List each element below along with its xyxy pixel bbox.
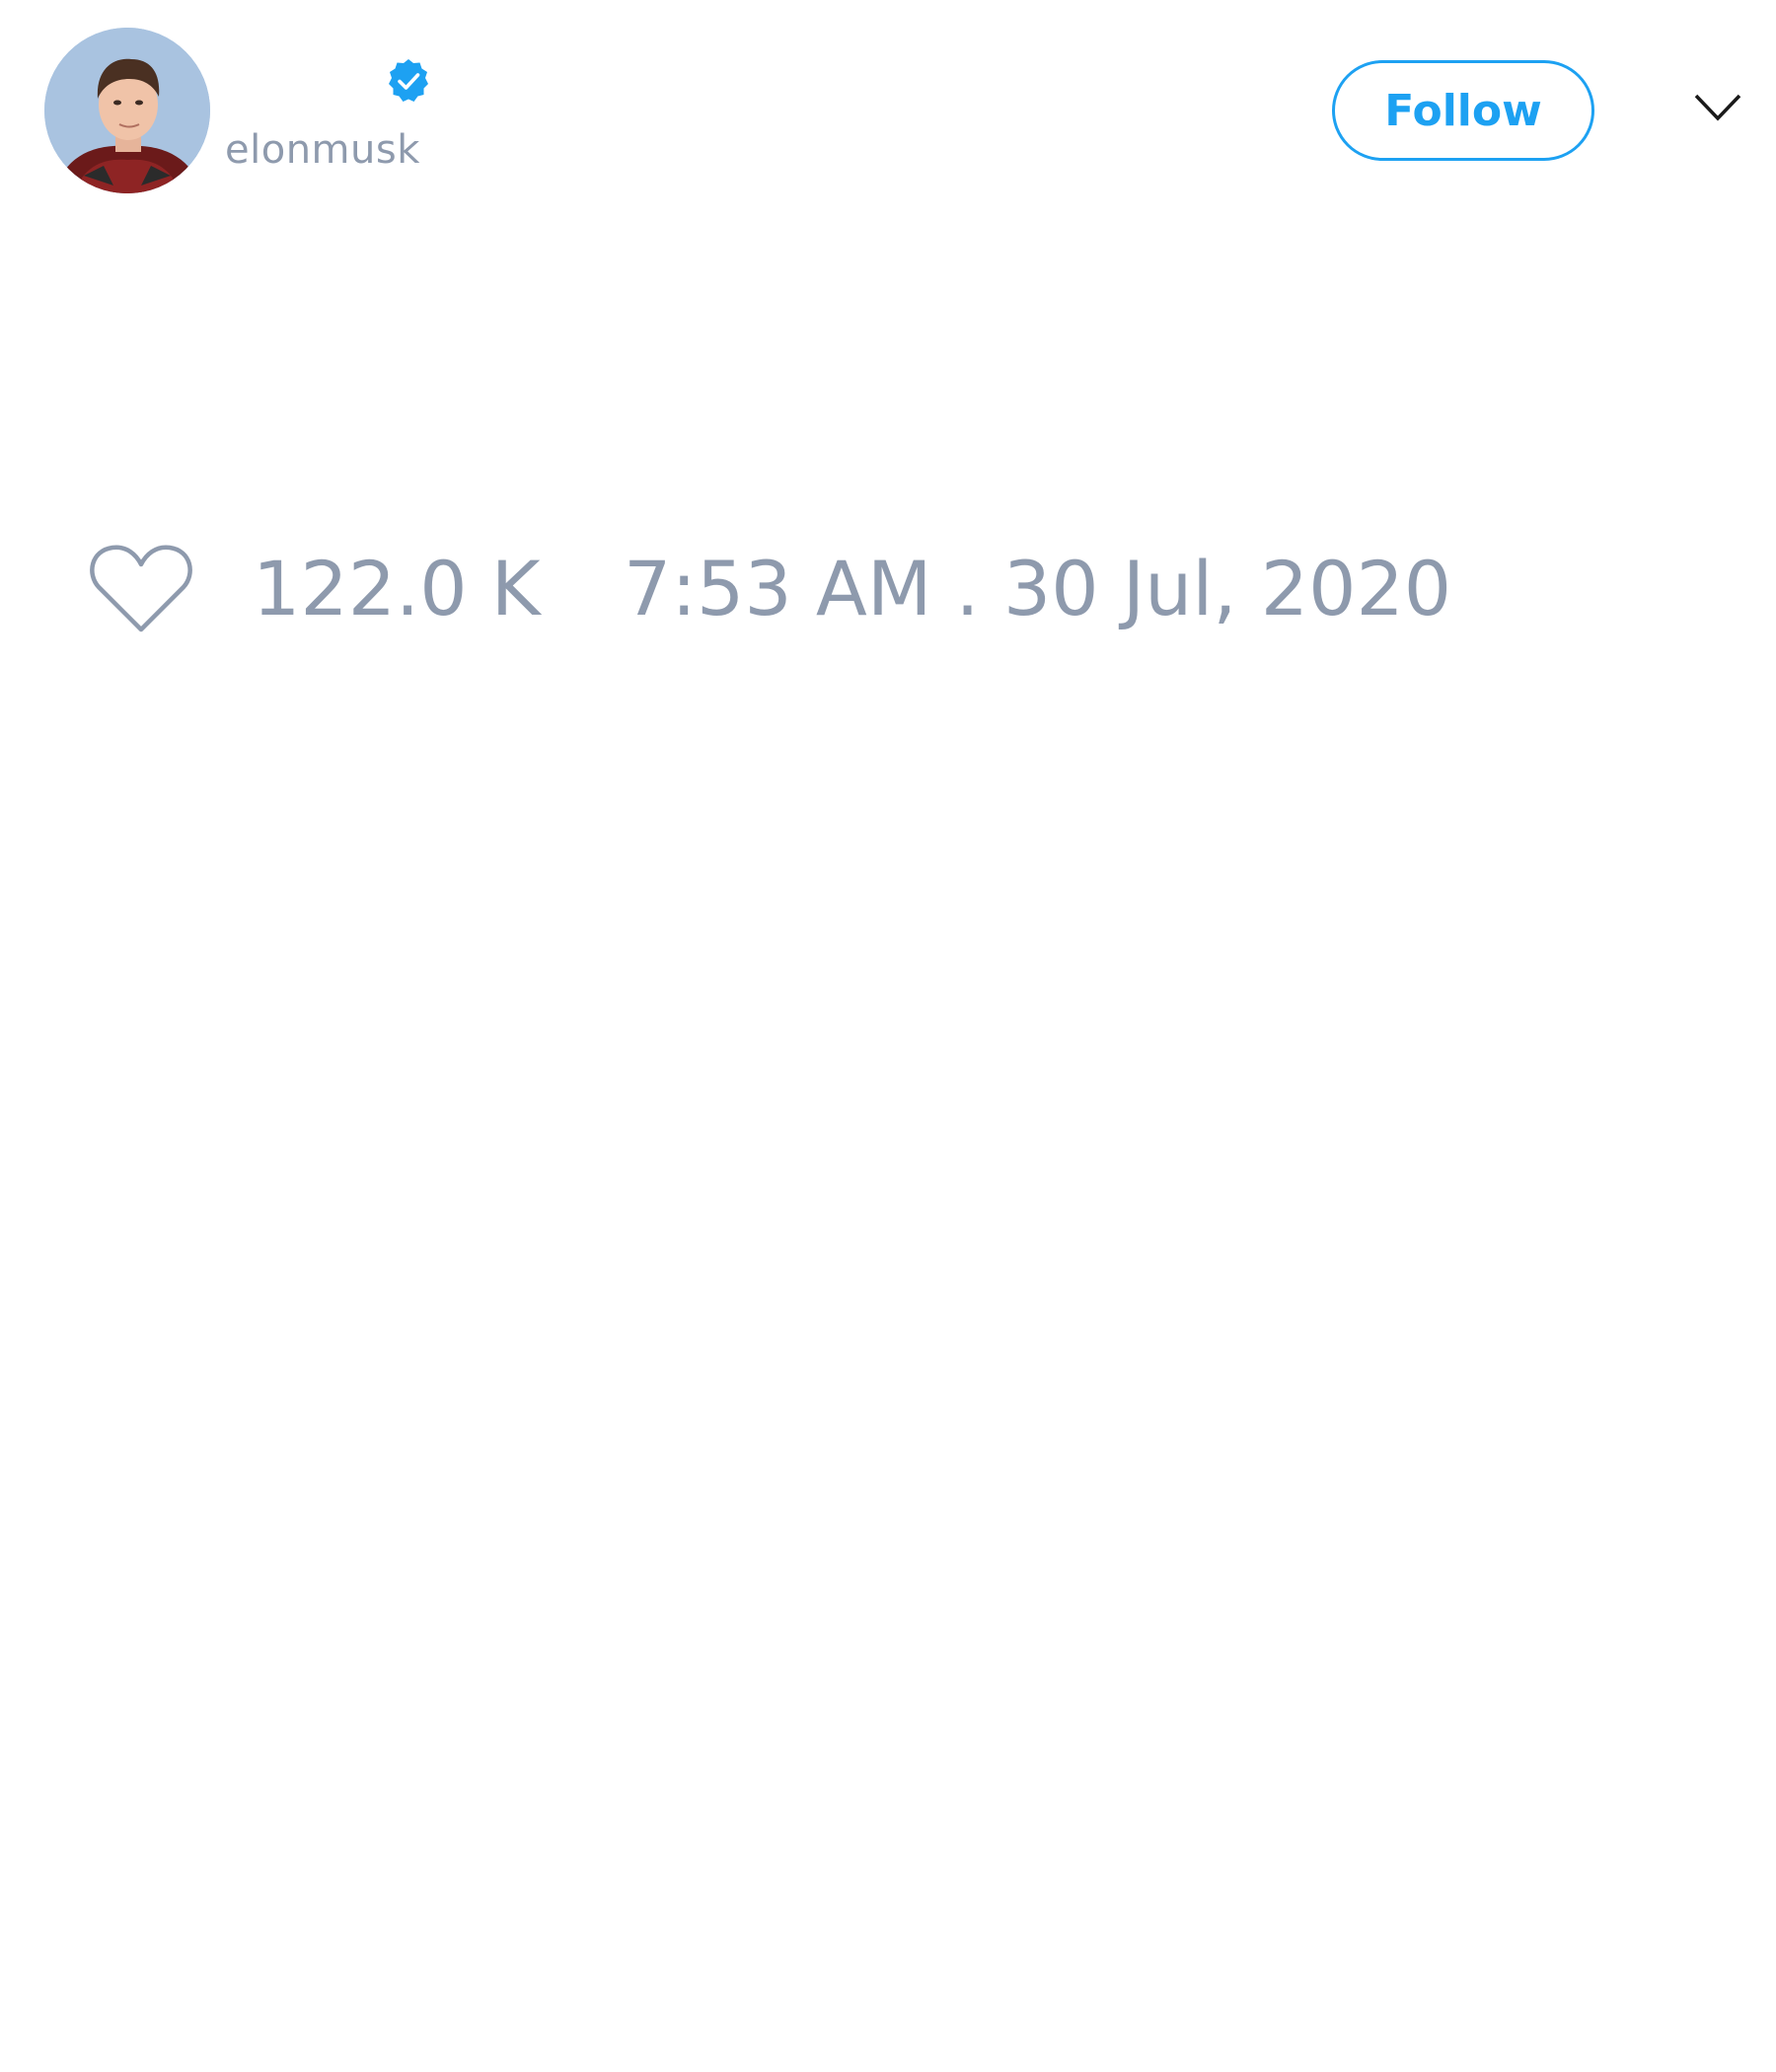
tweet-timestamp[interactable]: 7:53 AM . 30 Jul, 2020 — [624, 545, 1451, 633]
avatar-image — [44, 28, 210, 193]
tweet-card: elonmusk Follow 122.0 K 7:53 AM . 30 Jul… — [0, 0, 1776, 2072]
user-handle[interactable]: elonmusk — [225, 126, 420, 174]
chevron-down-icon[interactable] — [1693, 93, 1742, 122]
heart-outline-icon[interactable] — [89, 543, 193, 635]
follow-button[interactable]: Follow — [1332, 60, 1594, 161]
verified-badge-icon — [389, 59, 428, 102]
like-count: 122.0 K — [253, 545, 541, 632]
avatar[interactable] — [44, 28, 210, 193]
